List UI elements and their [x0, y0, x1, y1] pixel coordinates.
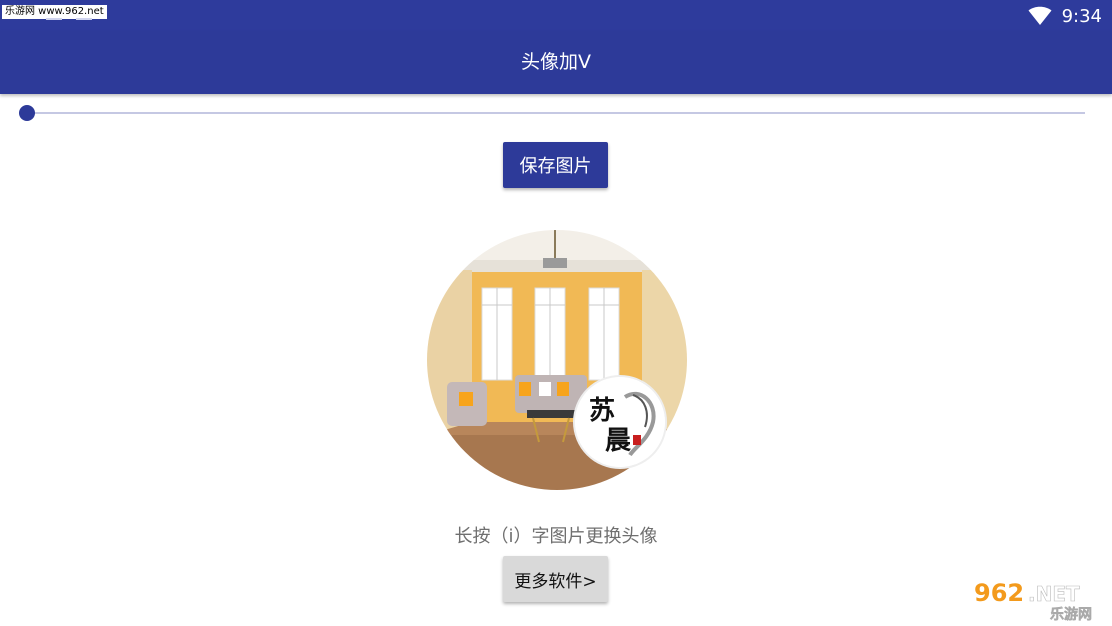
brand-number: 962 — [974, 579, 1024, 607]
save-image-button[interactable]: 保存图片 — [503, 142, 608, 188]
watermark-badge[interactable]: 苏 晨 — [575, 377, 665, 467]
notification-icons — [46, 18, 96, 26]
watermark-label: 乐游网 www.962.net — [2, 5, 107, 19]
brand-suffix: .NET — [1028, 582, 1080, 606]
more-software-button[interactable]: 更多软件> — [503, 556, 608, 602]
status-bar: 乐游网 www.962.net 9:34 — [0, 0, 1112, 31]
wifi-icon — [1028, 6, 1052, 25]
slider-track[interactable] — [27, 112, 1085, 114]
962-logo: 962 .NET 乐游网 — [974, 579, 1092, 623]
clock: 9:34 — [1061, 5, 1102, 27]
badge-char-bottom: 晨 — [605, 426, 632, 456]
size-slider[interactable] — [19, 104, 1085, 122]
status-right: 9:34 — [1028, 4, 1102, 28]
calligraphy-logo: 苏 晨 — [575, 377, 665, 467]
page-title: 头像加V — [521, 51, 591, 73]
slider-thumb[interactable] — [19, 105, 35, 121]
hint-text: 长按（i）字图片更换头像 — [454, 526, 658, 547]
brand-logo: 962 .NET 乐游网 — [972, 576, 1106, 623]
badge-char-top: 苏 — [589, 396, 615, 426]
brand-subtitle: 乐游网 — [1050, 606, 1092, 622]
app-bar: 头像加V — [0, 31, 1112, 94]
